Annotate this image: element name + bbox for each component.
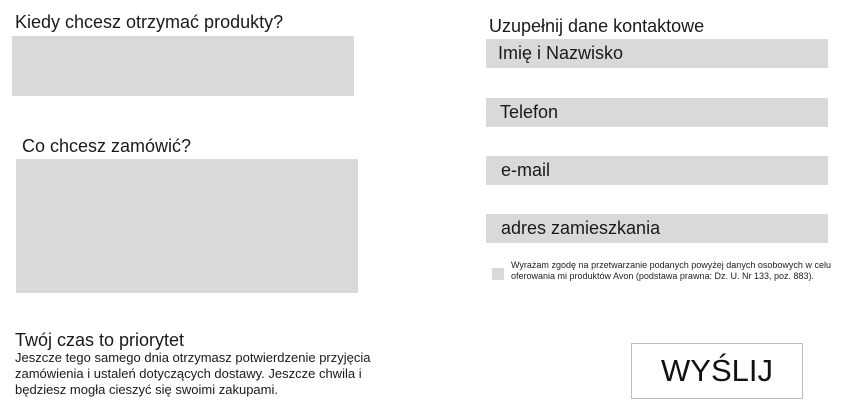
- delivery-date-label: Kiedy chcesz otrzymać produkty?: [15, 12, 284, 32]
- phone-field[interactable]: Telefon: [486, 98, 828, 127]
- delivery-date-input[interactable]: [12, 36, 354, 96]
- address-field[interactable]: adres zamieszkania: [486, 214, 828, 243]
- full-name-field[interactable]: Imię i Nazwisko: [486, 39, 828, 68]
- consent-checkbox[interactable]: [492, 268, 504, 280]
- consent-text: Wyrażam zgodę na przetwarzanie podanych …: [511, 260, 831, 281]
- info-body: Jeszcze tego samego dnia otrzymasz potwi…: [15, 350, 371, 397]
- order-items-label: Co chcesz zamówić?: [22, 136, 192, 156]
- info-title: Twój czas to priorytet: [15, 330, 185, 350]
- order-items-textarea[interactable]: [16, 159, 358, 293]
- email-field[interactable]: e-mail: [486, 156, 828, 185]
- submit-button[interactable]: WYŚLIJ: [631, 343, 803, 399]
- contact-heading: Uzupełnij dane kontaktowe: [489, 16, 705, 36]
